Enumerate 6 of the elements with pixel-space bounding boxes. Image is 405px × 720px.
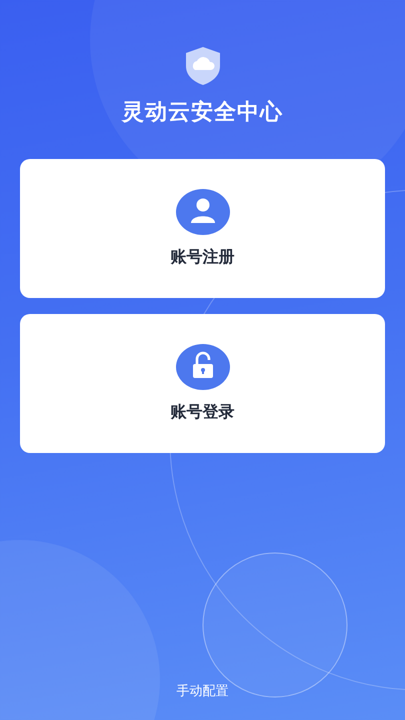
unlocked-padlock-icon xyxy=(176,344,230,390)
login-card[interactable]: 账号登录 xyxy=(20,314,385,453)
user-icon xyxy=(176,188,230,234)
register-card[interactable]: 账号注册 xyxy=(20,159,385,298)
shield-cloud-icon xyxy=(184,46,222,86)
app-title: 灵动云安全中心 xyxy=(122,98,283,127)
